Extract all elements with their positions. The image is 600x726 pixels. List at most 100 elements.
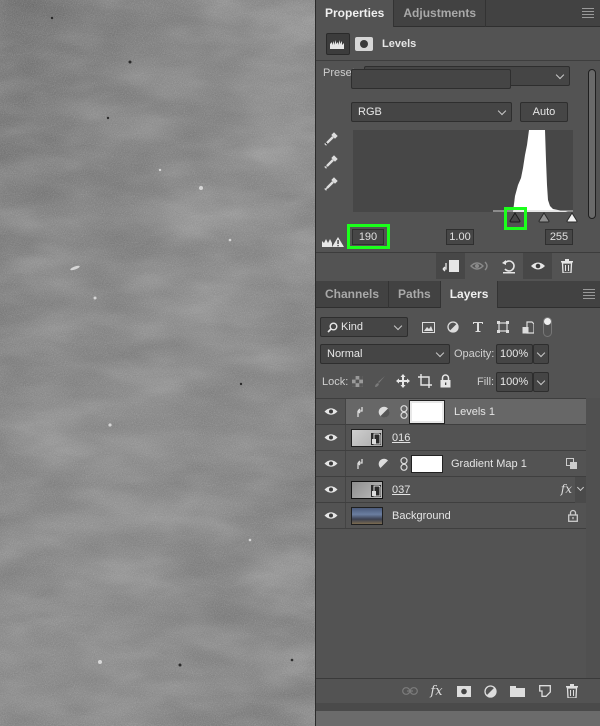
layer-mask-icon[interactable] <box>355 36 373 51</box>
mask-link-icon[interactable] <box>400 404 408 419</box>
image-icon <box>421 321 435 333</box>
filter-shape-layers[interactable] <box>492 316 514 338</box>
filter-kind-value: Kind <box>341 321 364 333</box>
layers-scrollbar-track[interactable] <box>586 398 600 678</box>
toggle-visibility-button[interactable] <box>523 252 552 279</box>
layer-name[interactable]: 037 <box>392 484 410 496</box>
reset-icon <box>501 259 515 273</box>
adjustment-icon <box>447 321 459 333</box>
layer-effects-icon[interactable]: fx <box>561 482 572 496</box>
layer-visibility-toggle[interactable] <box>316 477 346 502</box>
lock-icon <box>568 509 578 522</box>
tab-channels[interactable]: Channels <box>316 281 390 308</box>
adjustment-icon <box>484 684 497 698</box>
eye-icon <box>530 262 545 269</box>
properties-footer <box>316 252 600 279</box>
fill-field[interactable]: 100% <box>496 372 533 392</box>
opacity-field[interactable]: 100% <box>496 344 533 364</box>
eye-icon <box>324 486 337 493</box>
clip-to-layer-button[interactable] <box>436 252 465 279</box>
filter-pixel-layers[interactable] <box>417 316 439 338</box>
tab-layers[interactable]: Layers <box>440 281 499 308</box>
new-group-button[interactable] <box>504 680 531 702</box>
delete-layer-button[interactable] <box>558 680 585 702</box>
layer-row-016[interactable]: 016 <box>316 425 586 451</box>
reset-button[interactable] <box>494 253 523 279</box>
opacity-label: Opacity: <box>454 348 495 360</box>
delete-adjustment-button[interactable] <box>552 253 581 279</box>
filter-toggle[interactable] <box>543 317 552 337</box>
layer-name[interactable]: Background <box>392 510 451 522</box>
layer-name[interactable]: Levels 1 <box>454 406 495 418</box>
adjustment-layer-icon <box>378 458 390 470</box>
panel-resize-grip[interactable] <box>316 703 600 711</box>
adjustment-layer-icon <box>378 406 390 418</box>
fill-label: Fill: <box>477 376 495 388</box>
view-previous-state-button[interactable] <box>465 253 494 279</box>
tab-paths[interactable]: Paths <box>389 281 441 308</box>
layer-mask-thumbnail[interactable] <box>411 454 443 473</box>
tab-properties[interactable]: Properties <box>316 0 395 27</box>
auto-button[interactable]: Auto <box>520 102 568 122</box>
clip-to-layer-icon <box>442 259 459 272</box>
layer-visibility-toggle[interactable] <box>316 451 346 476</box>
add-mask-button[interactable] <box>450 680 477 702</box>
link-icon <box>401 687 418 695</box>
eye-icon <box>324 434 337 441</box>
chevron-down-icon <box>555 70 565 80</box>
channel-select[interactable]: RGB <box>351 102 512 122</box>
adjustment-title: Levels <box>382 37 417 50</box>
mask-link-icon[interactable] <box>400 456 408 471</box>
chevron-down-icon <box>536 348 546 358</box>
link-layers-button[interactable] <box>396 680 423 702</box>
layer-row-gradient-map-1[interactable]: Gradient Map 1 <box>316 451 586 477</box>
fx-icon: fx <box>430 683 443 699</box>
filter-kind-select[interactable]: Kind <box>320 317 408 337</box>
smart-object-badge-icon <box>371 432 381 445</box>
chevron-down-icon <box>576 483 585 492</box>
layer-row-037[interactable]: 037 fx <box>316 477 586 503</box>
lock-transparent-pixels-icon[interactable] <box>352 376 363 387</box>
properties-scrollbar[interactable] <box>587 69 597 219</box>
filter-type-layers[interactable] <box>467 316 489 338</box>
lock-image-pixels-icon[interactable] <box>374 375 386 388</box>
layer-name[interactable]: 016 <box>392 432 410 444</box>
levels-icon[interactable] <box>326 32 350 55</box>
new-layer-button[interactable] <box>531 680 558 702</box>
layer-row-levels-1[interactable]: Levels 1 <box>316 399 586 425</box>
lock-row: Lock: Fill: 100% <box>316 371 600 393</box>
add-layer-style-button[interactable]: fx <box>423 680 450 702</box>
panel-menu-icon[interactable] <box>583 289 595 299</box>
eye-icon <box>324 460 337 467</box>
layer-visibility-toggle[interactable] <box>316 503 346 528</box>
chevron-down-icon <box>497 106 507 116</box>
layer-row-background[interactable]: Background <box>316 503 586 529</box>
layer-visibility-toggle[interactable] <box>316 399 346 424</box>
texture-image <box>0 0 315 726</box>
panel-menu-icon[interactable] <box>582 8 594 18</box>
opacity-dropdown[interactable] <box>533 344 549 364</box>
eye-icon <box>324 512 337 519</box>
tab-adjustments[interactable]: Adjustments <box>394 0 487 27</box>
layer-mask-thumbnail[interactable] <box>409 399 445 424</box>
smart-object-badge-icon <box>371 484 381 497</box>
fill-dropdown[interactable] <box>533 372 549 392</box>
new-fill-adjustment-button[interactable] <box>477 680 504 702</box>
layer-thumbnail <box>351 506 383 525</box>
layers-tabbar: Channels Paths Layers <box>316 281 600 308</box>
blend-if-icon <box>566 458 577 469</box>
panels-dock: Properties Adjustments Levels Preset: Cu… <box>315 0 600 726</box>
view-previous-icon <box>469 261 488 270</box>
layer-visibility-toggle[interactable] <box>316 425 346 450</box>
lock-all-icon[interactable] <box>440 374 451 388</box>
clipping-arrow-icon <box>357 406 363 417</box>
layer-name[interactable]: Gradient Map 1 <box>451 458 527 470</box>
trash-icon <box>560 258 573 273</box>
lock-artboard-icon[interactable] <box>418 374 432 388</box>
filter-smart-objects[interactable] <box>517 316 539 338</box>
blend-mode-select[interactable]: Normal <box>320 344 450 364</box>
effects-expand-toggle[interactable] <box>575 477 586 503</box>
lock-position-icon[interactable] <box>396 374 410 388</box>
filter-adjustment-layers[interactable] <box>442 316 464 338</box>
document-canvas[interactable] <box>0 0 315 726</box>
